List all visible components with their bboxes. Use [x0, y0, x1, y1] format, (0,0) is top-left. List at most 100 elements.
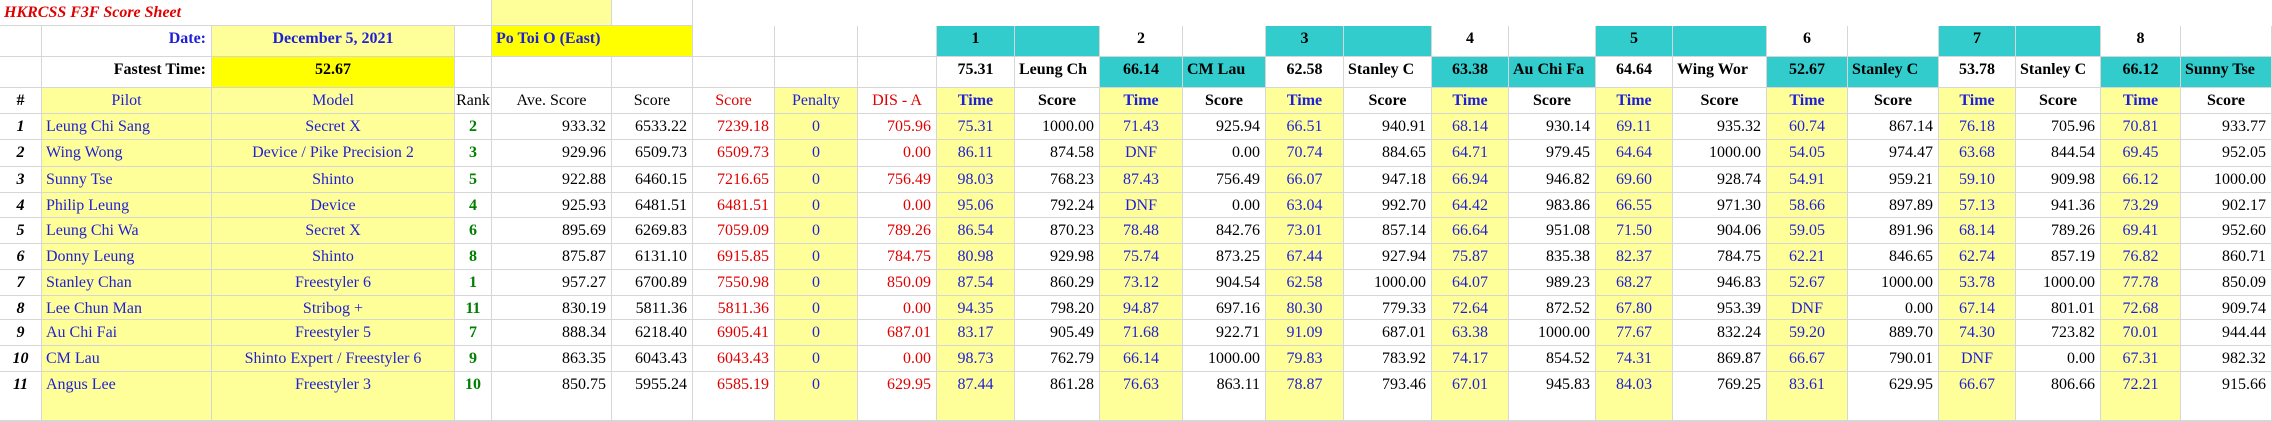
- round-time-value[interactable]: 74.30: [1939, 320, 2016, 346]
- header-time[interactable]: Time: [1432, 88, 1509, 114]
- pilot-name[interactable]: Angus Lee: [42, 372, 212, 421]
- round-time-value[interactable]: 59.20: [1767, 320, 1848, 346]
- round-header-blank[interactable]: [1183, 26, 1266, 57]
- round-time-value[interactable]: 66.55: [1596, 193, 1673, 218]
- header-time[interactable]: Time: [937, 88, 1015, 114]
- round-time-value[interactable]: 83.17: [937, 320, 1015, 346]
- score-value[interactable]: 6533.22: [612, 114, 693, 140]
- round-fastest-pilot[interactable]: Leung Ch: [1015, 57, 1100, 88]
- round-time-value[interactable]: 68.14: [1432, 114, 1509, 140]
- round-score-value[interactable]: 889.70: [1848, 320, 1939, 346]
- round-score-value[interactable]: 989.23: [1509, 270, 1596, 296]
- model-name[interactable]: Shinto: [212, 167, 455, 193]
- round-time-value[interactable]: 72.68: [2101, 296, 2181, 320]
- round-time-value[interactable]: 54.05: [1767, 140, 1848, 167]
- round-score-value[interactable]: 705.96: [2016, 114, 2101, 140]
- round-time-value[interactable]: 66.94: [1432, 167, 1509, 193]
- header-round-score[interactable]: Score: [2181, 88, 2272, 114]
- round-fastest-time[interactable]: 52.67: [1767, 57, 1848, 88]
- header-round-score[interactable]: Score: [1344, 88, 1432, 114]
- round-time-value[interactable]: 69.41: [2101, 218, 2181, 244]
- round-score-value[interactable]: 979.45: [1509, 140, 1596, 167]
- round-time-value[interactable]: 86.11: [937, 140, 1015, 167]
- round-time-value[interactable]: 77.67: [1596, 320, 1673, 346]
- raw-score-value[interactable]: 5811.36: [693, 296, 775, 320]
- header-round-score[interactable]: Score: [1848, 88, 1939, 114]
- round-time-value[interactable]: 73.01: [1266, 218, 1344, 244]
- penalty-value[interactable]: 0: [775, 167, 858, 193]
- round-fastest-pilot[interactable]: Stanley C: [1344, 57, 1432, 88]
- round-header-blank[interactable]: [1344, 26, 1432, 57]
- penalty-value[interactable]: 0: [775, 193, 858, 218]
- round-score-value[interactable]: 857.19: [2016, 244, 2101, 270]
- header-ave-score[interactable]: Ave. Score: [492, 88, 612, 114]
- round-time-value[interactable]: 98.03: [937, 167, 1015, 193]
- round-time-value[interactable]: 76.63: [1100, 372, 1183, 421]
- round-time-value[interactable]: DNF: [1100, 193, 1183, 218]
- round-score-value[interactable]: 1000.00: [1673, 140, 1767, 167]
- round-number-1[interactable]: 1: [937, 26, 1015, 57]
- header-round-score[interactable]: Score: [1015, 88, 1100, 114]
- blank-cell[interactable]: [455, 26, 492, 57]
- model-name[interactable]: Freestyler 5: [212, 320, 455, 346]
- round-number-7[interactable]: 7: [1939, 26, 2016, 57]
- blank-cell[interactable]: [612, 0, 693, 26]
- raw-score-value[interactable]: 7216.65: [693, 167, 775, 193]
- round-time-value[interactable]: 62.58: [1266, 270, 1344, 296]
- round-score-value[interactable]: 854.52: [1509, 346, 1596, 372]
- ave-score-value[interactable]: 850.75: [492, 372, 612, 421]
- raw-score-value[interactable]: 6043.43: [693, 346, 775, 372]
- round-time-value[interactable]: 66.07: [1266, 167, 1344, 193]
- round-score-value[interactable]: 790.01: [1848, 346, 1939, 372]
- round-time-value[interactable]: 66.14: [1100, 346, 1183, 372]
- round-score-value[interactable]: 769.25: [1673, 372, 1767, 421]
- pilot-name[interactable]: Donny Leung: [42, 244, 212, 270]
- round-time-value[interactable]: 63.04: [1266, 193, 1344, 218]
- round-score-value[interactable]: 909.98: [2016, 167, 2101, 193]
- discard-value[interactable]: 850.09: [858, 270, 937, 296]
- header-round-score[interactable]: Score: [1673, 88, 1767, 114]
- rank-value[interactable]: 4: [455, 193, 492, 218]
- header-time[interactable]: Time: [1939, 88, 2016, 114]
- round-fastest-pilot[interactable]: Stanley C: [1848, 57, 1939, 88]
- blank-cell[interactable]: [0, 57, 42, 88]
- round-score-value[interactable]: 946.83: [1673, 270, 1767, 296]
- round-score-value[interactable]: 850.09: [2181, 270, 2272, 296]
- round-score-value[interactable]: 891.96: [1848, 218, 1939, 244]
- round-time-value[interactable]: 66.51: [1266, 114, 1344, 140]
- round-fastest-time[interactable]: 62.58: [1266, 57, 1344, 88]
- round-number-8[interactable]: 8: [2101, 26, 2181, 57]
- row-number[interactable]: 9: [0, 320, 42, 346]
- fastest-time-label[interactable]: Fastest Time:: [42, 57, 212, 88]
- discard-value[interactable]: 789.26: [858, 218, 937, 244]
- round-score-value[interactable]: 860.71: [2181, 244, 2272, 270]
- model-name[interactable]: Shinto Expert / Freestyler 6: [212, 346, 455, 372]
- round-fastest-pilot[interactable]: Wing Wor: [1673, 57, 1767, 88]
- round-score-value[interactable]: 1000.00: [2181, 167, 2272, 193]
- round-number-2[interactable]: 2: [1100, 26, 1183, 57]
- round-score-value[interactable]: 933.77: [2181, 114, 2272, 140]
- header-time[interactable]: Time: [1266, 88, 1344, 114]
- score-value[interactable]: 6269.83: [612, 218, 693, 244]
- round-score-value[interactable]: 861.28: [1015, 372, 1100, 421]
- penalty-value[interactable]: 0: [775, 114, 858, 140]
- discard-value[interactable]: 756.49: [858, 167, 937, 193]
- round-time-value[interactable]: 75.31: [937, 114, 1015, 140]
- round-score-value[interactable]: 909.74: [2181, 296, 2272, 320]
- penalty-value[interactable]: 0: [775, 218, 858, 244]
- round-time-value[interactable]: DNF: [1767, 296, 1848, 320]
- round-time-value[interactable]: 76.18: [1939, 114, 2016, 140]
- round-time-value[interactable]: 64.07: [1432, 270, 1509, 296]
- round-time-value[interactable]: 69.60: [1596, 167, 1673, 193]
- score-value[interactable]: 6131.10: [612, 244, 693, 270]
- round-time-value[interactable]: 76.82: [2101, 244, 2181, 270]
- penalty-value[interactable]: 0: [775, 244, 858, 270]
- round-time-value[interactable]: 75.74: [1100, 244, 1183, 270]
- round-time-value[interactable]: 87.44: [937, 372, 1015, 421]
- round-score-value[interactable]: 951.08: [1509, 218, 1596, 244]
- round-header-blank[interactable]: [2016, 26, 2101, 57]
- blank-cell[interactable]: [858, 26, 937, 57]
- rank-value[interactable]: 10: [455, 372, 492, 421]
- round-time-value[interactable]: 62.74: [1939, 244, 2016, 270]
- model-name[interactable]: Device / Pike Precision 2: [212, 140, 455, 167]
